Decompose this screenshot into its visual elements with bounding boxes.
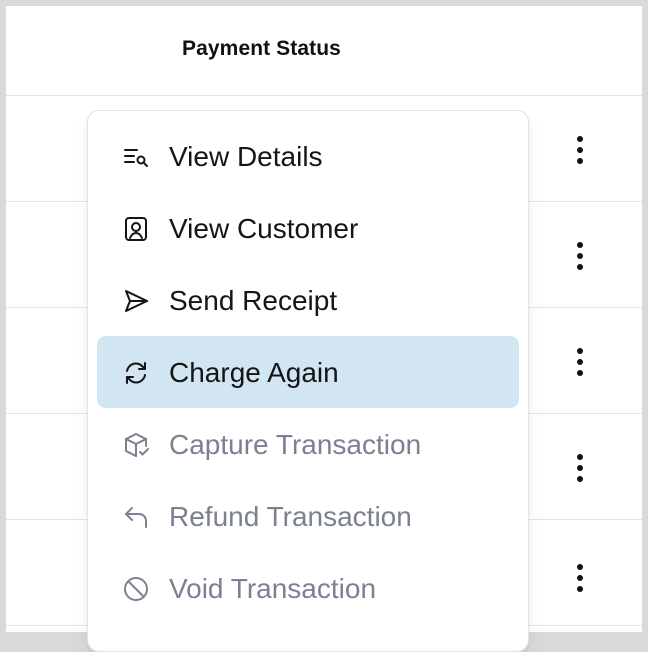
menu-item-label: Void Transaction: [169, 573, 377, 604]
send-icon: [125, 290, 148, 312]
menu-item-label: Charge Again: [169, 357, 339, 388]
row-actions-button[interactable]: [566, 558, 594, 598]
vertical-ellipsis-icon: [577, 564, 583, 570]
package-check-icon: [125, 433, 149, 457]
menu-item-view-details[interactable]: View Details: [97, 120, 519, 192]
menu-item-void-transaction[interactable]: Void Transaction: [97, 552, 519, 624]
menu-item-charge-again[interactable]: Charge Again: [97, 336, 519, 408]
menu-item-view-customer[interactable]: View Customer: [97, 192, 519, 264]
row-actions-button[interactable]: [566, 130, 594, 170]
row-actions-button[interactable]: [566, 448, 594, 488]
menu-item-label: Capture Transaction: [169, 429, 422, 460]
menu-item-label: Refund Transaction: [169, 501, 412, 532]
vertical-ellipsis-icon: [577, 348, 583, 354]
vertical-ellipsis-icon: [577, 242, 583, 248]
void-icon: [124, 577, 148, 601]
row-actions-button[interactable]: [566, 342, 594, 382]
payment-status-header: Payment Status: [182, 37, 341, 60]
customer-profile-icon: [125, 217, 147, 241]
undo-arrow-icon: [125, 507, 147, 528]
menu-item-capture-transaction[interactable]: Capture Transaction: [97, 408, 519, 480]
menu-item-send-receipt[interactable]: Send Receipt: [97, 264, 519, 336]
menu-item-label: View Customer: [169, 213, 359, 244]
list-search-icon: [124, 149, 148, 167]
menu-item-label: Send Receipt: [169, 285, 338, 316]
vertical-ellipsis-icon: [577, 136, 583, 142]
row-actions-button[interactable]: [566, 236, 594, 276]
row-actions-menu: View Details View Customer Send Receipt …: [87, 110, 529, 652]
menu-item-label: View Details: [169, 141, 323, 172]
table-header: Payment Status: [6, 6, 642, 96]
refresh-icon: [126, 362, 146, 384]
vertical-ellipsis-icon: [577, 454, 583, 460]
menu-item-refund-transaction[interactable]: Refund Transaction: [97, 480, 519, 552]
